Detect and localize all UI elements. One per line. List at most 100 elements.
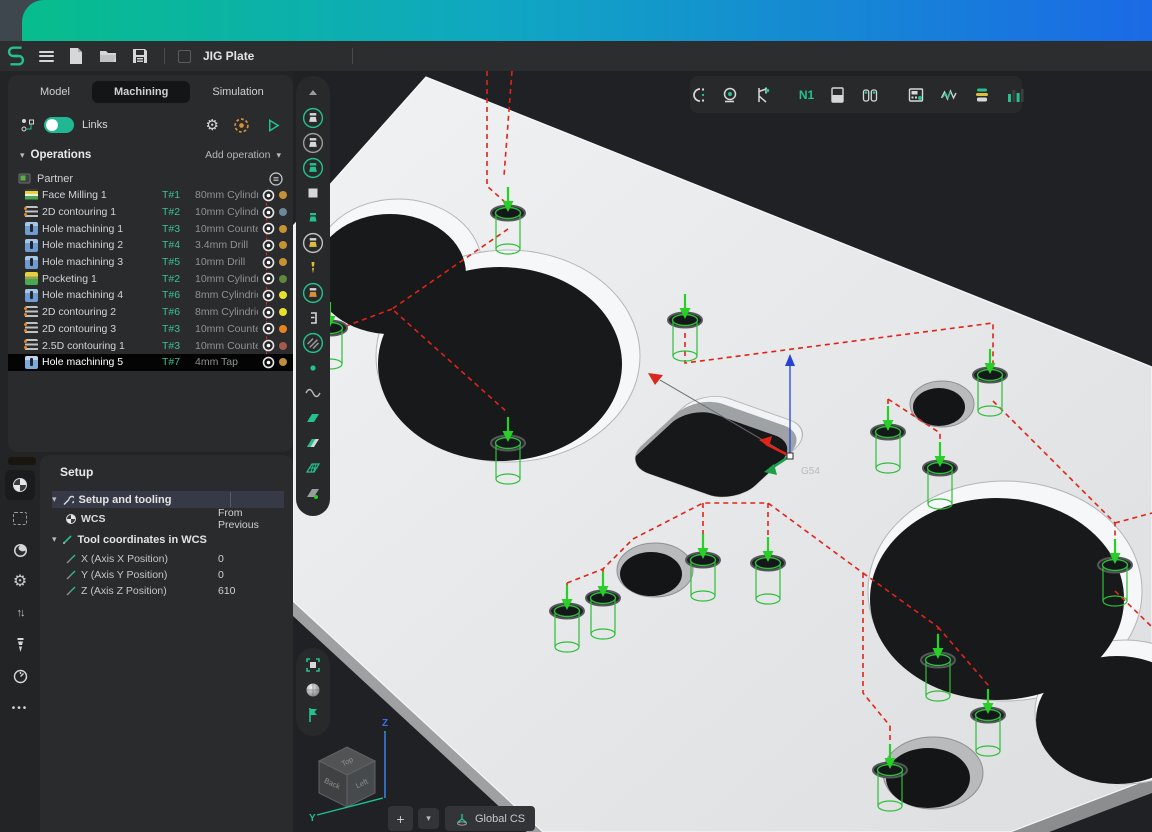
face-milling-icon (25, 189, 38, 202)
cs-dropdown-button[interactable]: ▾ (418, 808, 439, 829)
rail-item-feeds[interactable] (0, 664, 40, 688)
tape-measure-icon[interactable] (720, 84, 740, 106)
surface-two-tone-icon[interactable] (301, 430, 325, 455)
statistics-bars-icon[interactable] (1005, 84, 1025, 106)
tab-simulation[interactable]: Simulation (190, 81, 285, 103)
collapse-chevron-icon[interactable]: ▾ (52, 494, 57, 505)
play-simulation-icon[interactable] (266, 118, 281, 133)
setup-tooling-group[interactable]: ▾ Setup and tooling (52, 491, 284, 508)
axis-z-row[interactable]: Z (Axis Z Position) 610 (66, 583, 284, 599)
collapse-chevron-icon[interactable]: ▾ (52, 534, 57, 545)
shading-sphere-icon[interactable] (301, 677, 325, 702)
rail-tab-indicator (8, 457, 36, 465)
surface-gray-icon[interactable] (301, 480, 325, 505)
links-graph-icon[interactable] (20, 117, 36, 133)
toolpath-visibility-icon[interactable] (262, 306, 275, 319)
tool-yellow-icon[interactable] (301, 230, 325, 255)
binoculars-icon[interactable] (860, 84, 880, 106)
settings-gear-icon[interactable]: ⚙ (206, 118, 219, 133)
group-menu-icon[interactable] (269, 172, 283, 186)
tool-green-icon[interactable] (301, 155, 325, 180)
caliper-icon[interactable] (753, 84, 773, 106)
waveform-icon[interactable] (939, 84, 959, 106)
status-dot (279, 258, 287, 266)
add-operation-button[interactable]: Add operation (205, 149, 270, 161)
control-panel-icon[interactable] (906, 84, 926, 106)
operation-row[interactable]: 2D contouring 1 T#2 10mm Cylindrica (8, 204, 293, 221)
collapse-chevron-icon[interactable]: ▾ (20, 150, 25, 161)
rail-item-wcs[interactable] (5, 470, 35, 500)
operation-row[interactable]: Pocketing 1 T#2 10mm Cylindrica (8, 270, 293, 287)
toolpath-visibility-icon[interactable] (262, 206, 275, 219)
axis-icon (66, 570, 76, 580)
point-icon[interactable] (301, 355, 325, 380)
rail-item-tooling[interactable] (0, 633, 40, 657)
rail-item-settings[interactable]: ⚙ (0, 569, 40, 593)
tab-model[interactable]: Model (18, 81, 92, 103)
toolpath-visibility-icon[interactable] (262, 272, 275, 285)
document-checkbox[interactable] (173, 41, 195, 71)
rail-item-transfer[interactable]: ↑↓ (0, 601, 40, 625)
axis-x-row[interactable]: X (Axis X Position) 0 (66, 551, 284, 567)
operation-row[interactable]: 2D contouring 3 T#3 10mm Countersi (8, 321, 293, 338)
global-cs-button[interactable]: Global CS (445, 806, 535, 831)
hole-machining-icon (25, 239, 38, 252)
drill-yellow-icon[interactable] (301, 255, 325, 280)
rail-item-turbo[interactable] (0, 538, 40, 562)
rail-item-stock[interactable] (0, 506, 40, 530)
setup-title: Setup (60, 465, 93, 479)
surface-grid-icon[interactable] (301, 455, 325, 480)
toolpath-visibility-icon[interactable] (262, 222, 275, 235)
add-cs-button[interactable]: + (388, 806, 413, 831)
nc-program-label[interactable]: N1 (799, 84, 814, 106)
main-menu-button[interactable] (32, 41, 60, 71)
operation-row[interactable]: Face Milling 1 T#1 80mm Cylindrica (8, 187, 293, 204)
operation-row[interactable]: Hole machining 3 T#5 10mm Drill (8, 254, 293, 271)
toolpath-visibility-icon[interactable] (262, 356, 275, 369)
hatch-pattern-icon[interactable] (301, 330, 325, 355)
curve-icon[interactable] (301, 380, 325, 405)
toolpath-visibility-icon[interactable] (262, 339, 275, 352)
flag-icon[interactable] (301, 702, 325, 727)
rail-item-more[interactable]: ••• (0, 696, 40, 720)
wcs-row[interactable]: WCS From Previous (66, 511, 284, 527)
tool-holder-icon[interactable] (301, 105, 325, 130)
add-operation-chevron-icon[interactable]: ▾ (276, 150, 281, 161)
operation-row[interactable]: Hole machining 2 T#4 3.4mm Drill (8, 237, 293, 254)
app-logo[interactable] (0, 41, 32, 71)
tool-orange-icon[interactable] (301, 280, 325, 305)
stock-square-icon[interactable] (301, 180, 325, 205)
toolpath-visibility-icon[interactable] (262, 289, 275, 302)
sheet-icon[interactable] (827, 84, 847, 106)
wcs-icon (13, 478, 27, 492)
tool-library-toolbar (296, 76, 330, 516)
viewport-3d[interactable]: G54 Top Back Left Z Y (293, 71, 1152, 832)
tool-layers-icon[interactable] (972, 84, 992, 106)
save-button[interactable] (124, 41, 156, 71)
toolpath-visibility-icon[interactable] (262, 239, 275, 252)
operation-row[interactable]: 2.5D contouring 1 T#3 10mm Countersi (8, 337, 293, 354)
new-file-button[interactable] (60, 41, 92, 71)
tool-teal-icon[interactable] (301, 205, 325, 230)
tab-machining[interactable]: Machining (92, 81, 190, 103)
operation-row[interactable]: Hole machining 4 T#6 8mm Cylindrical (8, 287, 293, 304)
toolpath-visibility-icon[interactable] (262, 189, 275, 202)
machine-group-row[interactable]: Partner (8, 170, 293, 187)
magnet-snap-icon[interactable] (687, 84, 707, 106)
toolpath-visibility-icon[interactable] (262, 256, 275, 269)
links-toggle[interactable] (44, 117, 74, 133)
regenerate-icon[interactable] (233, 117, 250, 134)
bracket-icon[interactable] (301, 305, 325, 330)
open-file-button[interactable] (92, 41, 124, 71)
operation-row[interactable]: Hole machining 1 T#3 10mm Countersi (8, 220, 293, 237)
tool-coordinates-group[interactable]: ▾ Tool coordinates in WCS (52, 531, 284, 548)
surface-teal-icon[interactable] (301, 405, 325, 430)
zoom-fit-icon[interactable] (301, 652, 325, 677)
operation-row[interactable]: 2D contouring 2 T#6 8mm Cylindrical (8, 304, 293, 321)
logo-icon (4, 44, 28, 68)
toolpath-visibility-icon[interactable] (262, 322, 275, 335)
tool-white-icon[interactable] (301, 130, 325, 155)
operation-row-selected[interactable]: Hole machining 5 T#7 4mm Tap (8, 354, 293, 371)
scroll-up-icon[interactable] (301, 80, 325, 105)
axis-y-row[interactable]: Y (Axis Y Position) 0 (66, 567, 284, 583)
